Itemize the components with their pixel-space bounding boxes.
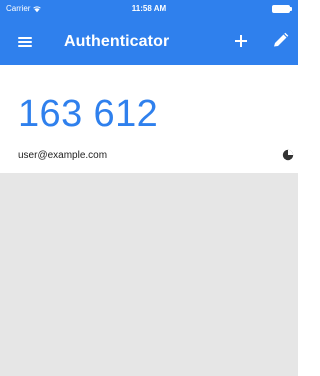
menu-icon-line — [18, 45, 32, 47]
battery-icon — [272, 5, 292, 13]
menu-button[interactable] — [16, 33, 34, 51]
status-time: 11:58 AM — [131, 4, 167, 13]
account-card[interactable]: 163 612 user@example.com — [0, 65, 298, 173]
menu-icon-line — [18, 37, 32, 39]
authenticator-screen: Carrier 11:58 AM Authenticator 163 612 u… — [0, 0, 298, 376]
app-bar: Authenticator — [0, 18, 298, 65]
otp-code: 163 612 — [18, 93, 159, 135]
app-title: Authenticator — [64, 33, 170, 50]
edit-button[interactable] — [270, 30, 290, 52]
menu-icon-line — [18, 41, 32, 43]
timer-icon — [282, 149, 294, 161]
account-email: user@example.com — [18, 150, 108, 161]
add-button[interactable] — [230, 30, 252, 52]
status-bar: Carrier 11:58 AM — [0, 0, 298, 18]
